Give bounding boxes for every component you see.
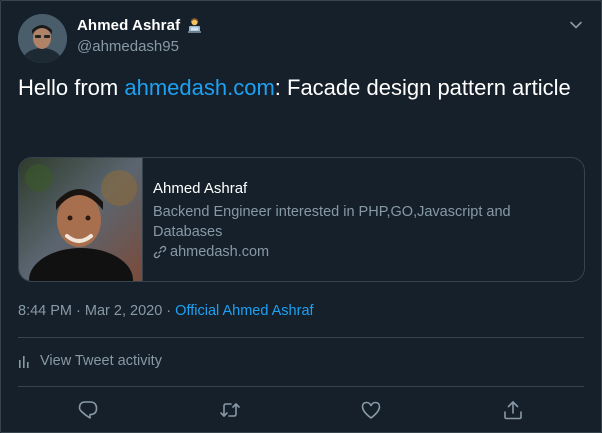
author-handle[interactable]: @ahmedash95 [77, 38, 179, 55]
avatar-photo [18, 14, 67, 63]
tweet-time[interactable]: 8:44 PM [18, 303, 72, 319]
divider [18, 337, 584, 338]
avatar[interactable] [18, 14, 67, 63]
tweet-actions [18, 399, 584, 423]
author-name-row: Ahmed Ashraf [77, 17, 203, 34]
link-preview-card[interactable]: Ahmed Ashraf Backend Engineer interested… [18, 157, 585, 282]
retweet-button[interactable] [219, 399, 241, 421]
card-thumbnail [19, 158, 143, 281]
tweet-text-prefix: Hello from [18, 75, 125, 100]
tweet-source[interactable]: Official Ahmed Ashraf [175, 303, 313, 319]
technologist-emoji-icon [186, 17, 203, 34]
activity-label: View Tweet activity [40, 353, 162, 369]
card-title: Ahmed Ashraf [153, 180, 248, 197]
like-button[interactable] [360, 399, 382, 421]
share-icon [504, 401, 522, 420]
meta-separator: · [72, 303, 85, 319]
author-display-name[interactable]: Ahmed Ashraf [77, 17, 180, 34]
reply-icon [78, 401, 98, 419]
tweet-link[interactable]: ahmedash.com [124, 75, 274, 100]
chevron-down-icon[interactable] [569, 18, 583, 32]
meta-separator: · [162, 303, 176, 319]
tweet-container: Ahmed Ashraf @ahmedash95 Hello from ahme… [0, 0, 602, 433]
link-icon [153, 245, 167, 259]
tweet-text-suffix: : Facade design pattern article [274, 75, 571, 100]
tweet-date[interactable]: Mar 2, 2020 [85, 303, 162, 319]
card-body: Ahmed Ashraf Backend Engineer interested… [143, 158, 523, 281]
reply-button[interactable] [77, 399, 99, 421]
tweet-text: Hello from ahmedash.com: Facade design p… [18, 73, 578, 103]
retweet-icon [220, 403, 240, 417]
tweet-meta: 8:44 PM · Mar 2, 2020 · Official Ahmed A… [18, 303, 314, 319]
card-domain-row: ahmedash.com [153, 244, 523, 260]
divider [18, 386, 584, 387]
card-description: Backend Engineer interested in PHP,GO,Ja… [153, 204, 511, 240]
share-button[interactable] [502, 399, 524, 421]
card-domain: ahmedash.com [170, 244, 270, 260]
view-tweet-activity-link[interactable]: View Tweet activity [18, 353, 162, 369]
heart-icon [361, 401, 381, 419]
bar-chart-icon [19, 356, 29, 368]
